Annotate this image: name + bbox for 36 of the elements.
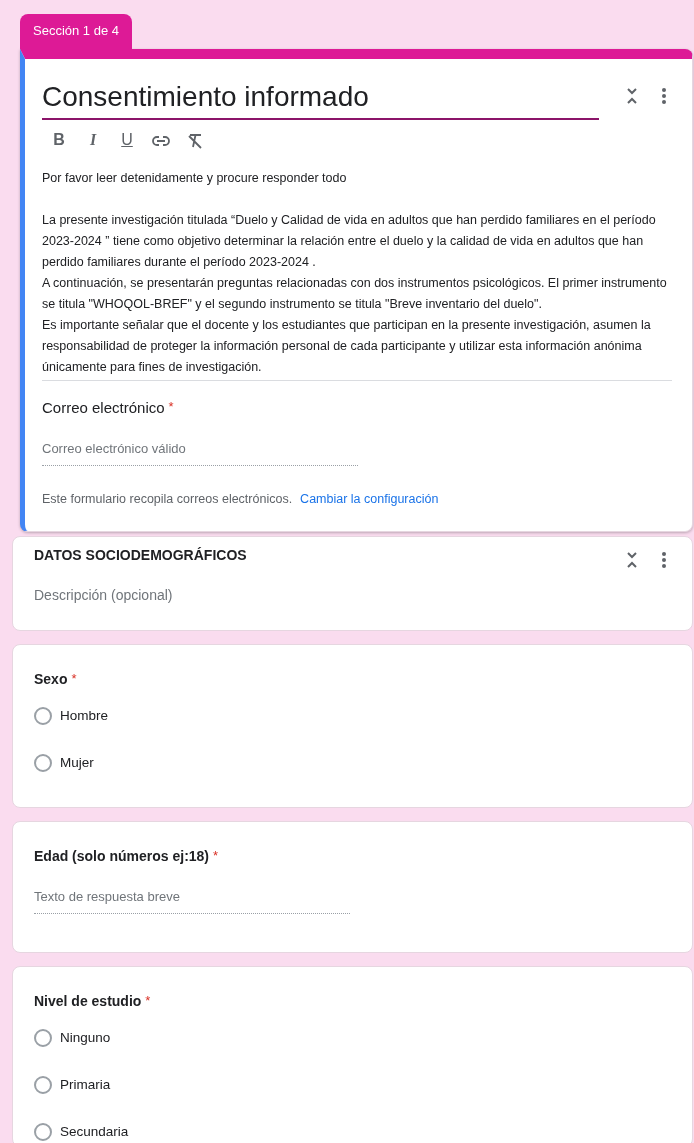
email-field[interactable]: Correo electrónico válido: [42, 435, 358, 466]
link-icon: [152, 135, 170, 146]
radio-button[interactable]: [34, 1028, 52, 1047]
italic-button[interactable]: I: [76, 127, 110, 152]
question-title: Correo electrónico: [42, 397, 165, 418]
collapse-button[interactable]: [626, 86, 638, 105]
option-label: Primaria: [60, 1075, 111, 1094]
underline-button[interactable]: U: [110, 127, 144, 152]
option-label: Secundaria: [60, 1123, 129, 1142]
title-field[interactable]: Consentimiento informado: [42, 78, 599, 120]
required-asterisk: *: [71, 669, 77, 688]
radio-button[interactable]: [34, 1123, 52, 1142]
description-field[interactable]: Por favor leer detenidamente y procure responder todo La presente investigación titulada “Duelo y Calidad de vida en adultos que han perdido familiares en el período 2023-2024 ” tiene como objetivo determinar la relación entre el duelo y la calidad de vida en adultos que han perdido familiares durante el período 2023-2024 . A continuación, se presentarán preguntas relacionadas con dos instrumentos psicológicos. El primer instrumento se titula "WHOQOL-BREF" y el segundo instrumento se titula "Breve inventario del duelo". Es importante señalar que el docente y los estudiantes que participan en la presente investigación, asumen la responsabilidad de proteger la información personal de cada participante y utilizar esta información anónima únicamente para fines de investigación.: [42, 167, 672, 378]
section-title[interactable]: DATOS SOCIODEMOGRÁFICOS: [34, 544, 247, 566]
option-label: Hombre: [60, 706, 108, 725]
required-asterisk: *: [168, 397, 174, 416]
settings-link[interactable]: Cambiar la configuración: [300, 489, 439, 509]
radio-button[interactable]: [34, 1076, 52, 1094]
answer-field[interactable]: Texto de respuesta breve: [34, 883, 350, 914]
clear-format-icon: [187, 132, 203, 149]
option-label: Mujer: [60, 753, 94, 772]
option-label: Ninguno: [60, 1028, 111, 1047]
bold-button[interactable]: B: [42, 127, 76, 152]
question-title: Edad (solo números ej:18): [34, 847, 210, 867]
collapse-button[interactable]: [626, 550, 638, 569]
more-options-button[interactable]: [662, 87, 666, 104]
question-title: Nivel de estudio: [34, 991, 142, 1011]
required-asterisk: *: [145, 991, 151, 1010]
question-title: Sexo: [34, 669, 68, 689]
more-options-button[interactable]: [662, 551, 666, 568]
section-tab[interactable]: Sección 1 de 4: [20, 14, 132, 49]
required-asterisk: *: [213, 847, 219, 866]
radio-button[interactable]: [34, 754, 52, 772]
radio-button[interactable]: [34, 706, 52, 725]
info-text: Este formulario recopila correos electrónicos.: [42, 490, 293, 508]
description-field[interactable]: Descripción (opcional): [34, 584, 672, 606]
